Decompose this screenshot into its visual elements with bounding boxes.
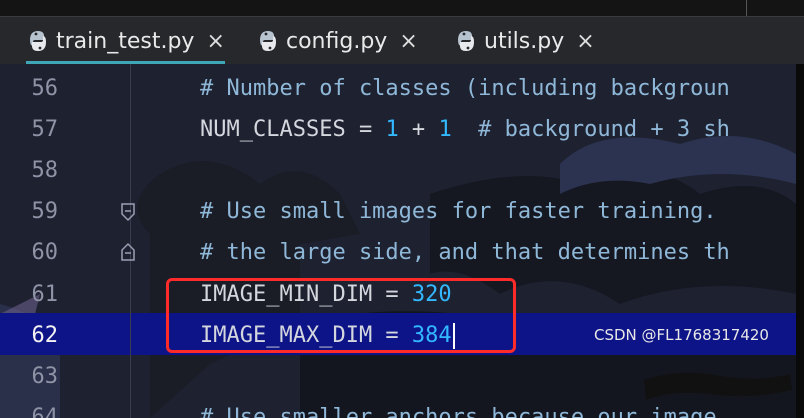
tab-utils[interactable]: utils.py × [454,17,595,65]
code-line[interactable]: 57 NUM_CLASSES = 1 + 1 # background + 3 … [0,109,796,150]
title-strip-separator [746,0,747,16]
python-file-icon [30,31,46,51]
operator: + [398,117,439,142]
tab-train-test[interactable]: train_test.py × [26,17,225,65]
line-number: 59 [31,199,59,224]
tab-label: utils.py [484,28,565,54]
line-number: 61 [31,282,59,307]
number-literal: 1 [438,117,452,142]
line-number: 64 [31,405,59,418]
tab-label: train_test.py [56,28,195,54]
comment-text: # Use small images for faster training. [200,199,730,224]
line-number: 58 [31,158,59,183]
code-text: NUM_CLASSES = 1 + 1 # background + 3 sh [200,109,730,150]
redaction-scribble [644,372,792,400]
window-right-edge [796,64,804,418]
line-number: 62 [31,323,59,348]
comment-text: # background + 3 sh [451,117,730,142]
watermark-text: CSDN @FL1768317420 [594,326,769,344]
close-icon[interactable]: × [206,29,224,54]
code-line[interactable]: 56 # Number of classes (including backgr… [0,68,796,109]
identifier: NUM_CLASSES = [200,117,386,142]
code-line[interactable]: 58 [0,150,796,191]
tab-label: config.py [286,28,388,54]
close-icon[interactable]: × [399,29,417,54]
close-icon[interactable]: × [576,29,594,54]
fold-start-icon[interactable] [119,202,137,224]
python-file-icon [260,31,276,51]
editor-tab-bar: train_test.py × config.py × utils.py × [0,16,804,65]
tab-config[interactable]: config.py × [256,17,418,65]
line-number: 60 [31,240,59,265]
fold-end-icon[interactable] [119,240,137,262]
line-number: 57 [31,117,59,142]
line-number: 56 [31,76,59,101]
number-literal: 1 [385,117,399,142]
annotation-highlight-box [166,278,516,353]
line-number: 63 [31,364,59,389]
python-file-icon [458,31,474,51]
comment-text: # the large side, and that determines th [200,240,730,265]
window-title-strip [0,0,804,16]
comment-text: # Number of classes (including backgroun [200,76,730,101]
